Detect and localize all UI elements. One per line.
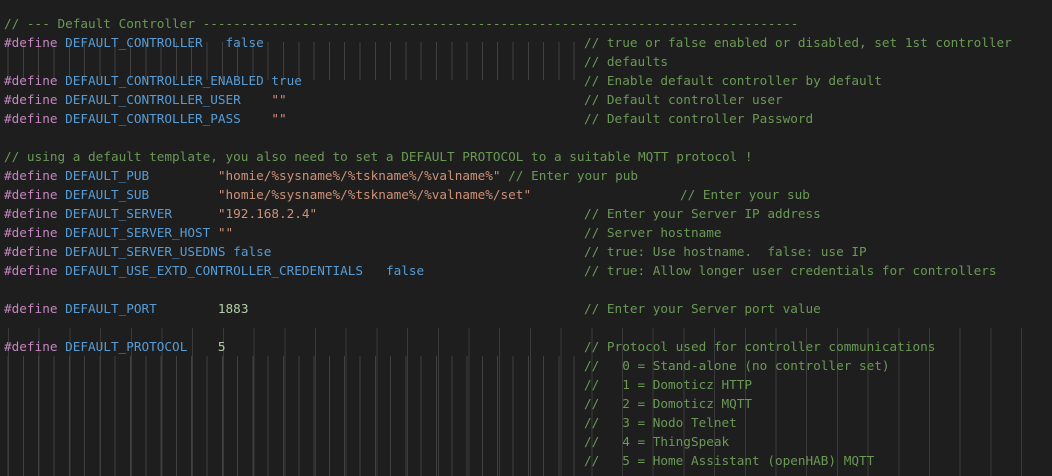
code-inline: #define DEFAULT_CONTROLLER_PASS "" xyxy=(4,111,287,126)
code-token: 5 xyxy=(187,339,226,354)
code-line[interactable]: #define DEFAULT_SERVER_USEDNS false // tr… xyxy=(4,242,1052,261)
code-inline: #define DEFAULT_SERVER_HOST "" xyxy=(4,225,233,240)
code-token: DEFAULT_PUB xyxy=(57,168,150,183)
code-line[interactable]: // defaults xyxy=(4,52,1052,71)
code-comment: // Server hostname xyxy=(584,225,722,240)
code-comment: // Enter your Server port value xyxy=(584,301,821,316)
code-comment: // 0 = Stand-alone (no controller set) xyxy=(584,358,890,373)
code-comment: // true: Use hostname. false: use IP xyxy=(584,244,867,259)
code-token: 1883 xyxy=(156,301,249,316)
code-comment: // Default controller Password xyxy=(584,111,814,126)
code-inline: #define DEFAULT_PROTOCOL 5 xyxy=(4,339,226,354)
code-line[interactable]: #define DEFAULT_SERVER_HOST "" // Server … xyxy=(4,223,1052,242)
code-line[interactable]: // 4 = ThingSpeak xyxy=(4,432,1052,451)
code-line[interactable] xyxy=(4,318,1052,337)
code-token: true xyxy=(263,73,302,88)
code-token: #define xyxy=(4,73,58,88)
code-comment: // Enter your Server IP address xyxy=(584,206,821,221)
code-inline: #define DEFAULT_SERVER_USEDNS false xyxy=(4,244,271,259)
code-token: DEFAULT_SERVER_HOST xyxy=(57,225,211,240)
code-token: false xyxy=(363,263,425,278)
code-comment: // Enter your pub xyxy=(500,168,639,183)
code-line[interactable] xyxy=(4,280,1052,299)
code-inline: #define DEFAULT_PORT 1883 xyxy=(4,301,248,316)
code-line[interactable]: #define DEFAULT_PROTOCOL 5 // Protocol us… xyxy=(4,337,1052,356)
code-line[interactable]: #define DEFAULT_PORT 1883 // Enter your S… xyxy=(4,299,1052,318)
code-token: false xyxy=(225,244,272,259)
code-token: DEFAULT_CONTROLLER xyxy=(57,35,203,50)
code-comment: // true or false enabled or disabled, se… xyxy=(584,35,1012,50)
code-token: DEFAULT_SUB xyxy=(57,187,150,202)
code-token: "" xyxy=(240,111,287,126)
code-token: "192.168.2.4" xyxy=(172,206,318,221)
code-token: #define xyxy=(4,206,58,221)
code-comment: // 1 = Domoticz HTTP xyxy=(584,377,753,392)
code-inline: #define DEFAULT_CONTROLLER false xyxy=(4,35,264,50)
code-comment: // using a default template, you also ne… xyxy=(4,149,753,164)
code-line[interactable]: // 0 = Stand-alone (no controller set) xyxy=(4,356,1052,375)
code-token: #define xyxy=(4,263,58,278)
code-token: DEFAULT_PROTOCOL xyxy=(57,339,188,354)
code-inline: // using a default template, you also ne… xyxy=(4,149,753,164)
code-comment: // --- Default Controller --------------… xyxy=(4,16,799,31)
code-line[interactable]: // 5 = Home Assistant (openHAB) MQTT xyxy=(4,451,1052,470)
code-token: DEFAULT_SERVER xyxy=(57,206,173,221)
code-line[interactable]: // using a default template, you also ne… xyxy=(4,147,1052,166)
code-token: DEFAULT_PORT xyxy=(57,301,157,316)
code-line[interactable] xyxy=(4,128,1052,147)
code-comment: // Enable default controller by default xyxy=(584,73,882,88)
code-inline: #define DEFAULT_SUB "homie/%sysname%/%ts… xyxy=(4,187,531,202)
code-token: DEFAULT_CONTROLLER_USER xyxy=(57,92,241,107)
code-comment: // 4 = ThingSpeak xyxy=(584,434,730,449)
code-inline: #define DEFAULT_CONTROLLER_ENABLED true xyxy=(4,73,302,88)
code-token: #define xyxy=(4,111,58,126)
code-comment: // 5 = Home Assistant (openHAB) MQTT xyxy=(584,453,875,468)
code-line[interactable]: // 3 = Nodo Telnet xyxy=(4,413,1052,432)
code-line[interactable]: // 2 = Domoticz MQTT xyxy=(4,394,1052,413)
code-token: DEFAULT_CONTROLLER_PASS xyxy=(57,111,241,126)
code-inline: #define DEFAULT_USE_EXTD_CONTROLLER_CRED… xyxy=(4,263,424,278)
code-token: DEFAULT_SERVER_USEDNS xyxy=(57,244,226,259)
code-token: #define xyxy=(4,225,58,240)
code-line[interactable]: #define DEFAULT_CONTROLLER_USER "" // Def… xyxy=(4,90,1052,109)
code-inline: // --- Default Controller --------------… xyxy=(4,16,798,31)
code-inline: #define DEFAULT_CONTROLLER_USER "" xyxy=(4,92,287,107)
code-token: #define xyxy=(4,168,58,183)
code-token: "" xyxy=(210,225,234,240)
code-line[interactable]: #define DEFAULT_SUB "homie/%sysname%/%ts… xyxy=(4,185,1052,204)
code-inline: #define DEFAULT_PUB "homie/%sysname%/%ts… xyxy=(4,168,638,183)
code-token: "homie/%sysname%/%tskname%/%valname%" xyxy=(149,168,501,183)
code-line[interactable]: #define DEFAULT_CONTROLLER false // true … xyxy=(4,33,1052,52)
code-line[interactable]: // --- Default Controller --------------… xyxy=(4,14,1052,33)
code-token: #define xyxy=(4,301,58,316)
code-editor[interactable]: // --- Default Controller --------------… xyxy=(0,0,1052,476)
code-token: #define xyxy=(4,244,58,259)
code-comment: // Protocol used for controller communic… xyxy=(584,339,936,354)
code-line[interactable]: #define DEFAULT_PUB "homie/%sysname%/%ts… xyxy=(4,166,1052,185)
code-line[interactable]: #define DEFAULT_CONTROLLER_ENABLED true /… xyxy=(4,71,1052,90)
code-line[interactable]: // 1 = Domoticz HTTP xyxy=(4,375,1052,394)
code-comment: // 2 = Domoticz MQTT xyxy=(584,396,753,411)
code-token: #define xyxy=(4,35,58,50)
code-line[interactable]: #define DEFAULT_USE_EXTD_CONTROLLER_CRED… xyxy=(4,261,1052,280)
code-token: false xyxy=(202,35,264,50)
code-comment: // Enter your sub xyxy=(680,187,810,202)
code-comment: // 3 = Nodo Telnet xyxy=(584,415,737,430)
code-token: #define xyxy=(4,92,58,107)
code-line[interactable]: #define DEFAULT_SERVER "192.168.2.4" // E… xyxy=(4,204,1052,223)
code-line[interactable]: #define DEFAULT_CONTROLLER_PASS "" // Def… xyxy=(4,109,1052,128)
code-token: DEFAULT_CONTROLLER_ENABLED xyxy=(57,73,264,88)
code-token: "homie/%sysname%/%tskname%/%valname%/set… xyxy=(149,187,532,202)
code-comment: // defaults xyxy=(584,54,669,69)
code-token: DEFAULT_USE_EXTD_CONTROLLER_CREDENTIALS xyxy=(57,263,364,278)
code-inline: #define DEFAULT_SERVER "192.168.2.4" xyxy=(4,206,317,221)
code-token: "" xyxy=(240,92,287,107)
code-token: #define xyxy=(4,339,58,354)
code-comment: // Default controller user xyxy=(584,92,783,107)
code-comment: // true: Allow longer user credentials f… xyxy=(584,263,997,278)
code-token: #define xyxy=(4,187,58,202)
